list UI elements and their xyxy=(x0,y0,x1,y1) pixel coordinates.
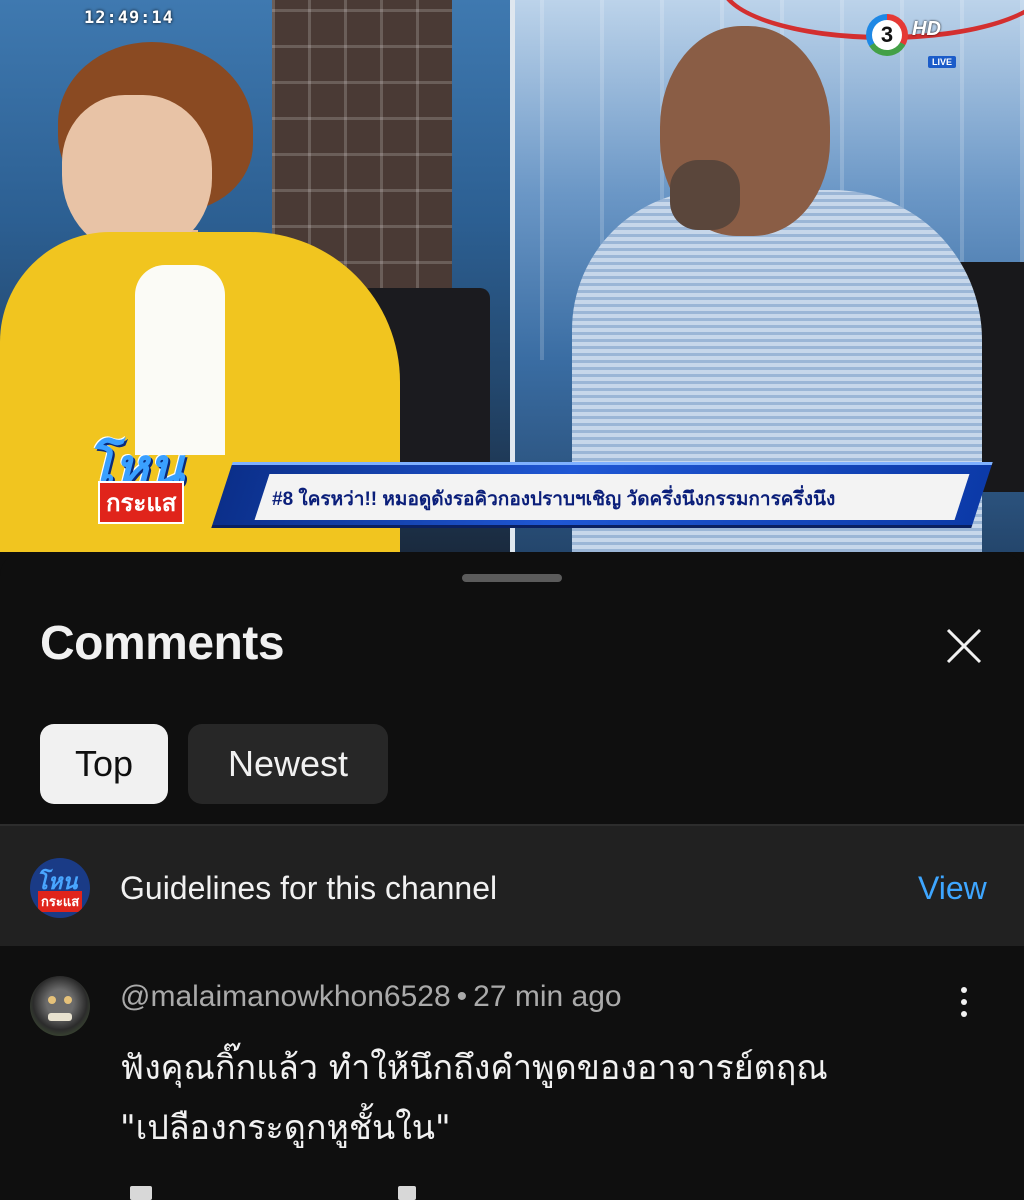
comment-text-line2: "เปลืองกระดูกหูชั้นใน" xyxy=(120,1108,451,1148)
comments-sheet: Comments Top Newest โหน กระแส Guidelines… xyxy=(0,552,1024,1200)
live-badge: LIVE xyxy=(928,56,957,68)
avatar-eye-left xyxy=(48,996,56,1004)
channel-logo-number: 3 xyxy=(872,20,902,50)
show-logo: โหน กระแส xyxy=(80,425,230,524)
sort-chip-top[interactable]: Top xyxy=(40,724,168,804)
guidelines-view-link[interactable]: View xyxy=(918,870,987,907)
hd-badge: HD xyxy=(912,18,941,40)
commenter-avatar[interactable] xyxy=(30,976,90,1036)
avatar-eye-right xyxy=(64,996,72,1004)
guest-beard xyxy=(670,160,740,230)
channel-avatar-line2: กระแส xyxy=(38,891,83,912)
close-button[interactable] xyxy=(936,618,992,674)
guidelines-text: Guidelines for this channel xyxy=(120,870,498,906)
reply-icon[interactable] xyxy=(398,1186,416,1200)
meta-separator: • xyxy=(456,980,468,1013)
avatar-mouth xyxy=(48,1013,72,1021)
lower-third-headline: #8 ใครหว่า!! หมอดูดังรอคิวกองปราบฯเชิญ ว… xyxy=(272,489,836,510)
presenter-face xyxy=(62,95,212,255)
comment-time: 27 min ago xyxy=(473,980,622,1013)
comment-text: ฟังคุณกิ๊กแล้ว ทำให้นึกถึงคำพูดของอาจารย… xyxy=(120,1038,980,1158)
comment-text-line1: ฟังคุณกิ๊กแล้ว ทำให้นึกถึงคำพูดของอาจารย… xyxy=(120,1048,828,1088)
more-vert-icon-dot xyxy=(961,1011,967,1017)
comment-item: @malaimanowkhon6528 • 27 min ago ฟังคุณกิ๊… xyxy=(0,946,1024,1200)
broadcast-timestamp: 12:49:14 xyxy=(84,8,174,28)
comment-more-button[interactable] xyxy=(944,978,984,1026)
comment-meta: @malaimanowkhon6528 • 27 min ago xyxy=(120,980,622,1014)
comment-actions-peek xyxy=(120,1186,500,1200)
more-vert-icon-dot xyxy=(961,999,967,1005)
comment-author[interactable]: @malaimanowkhon6528 xyxy=(120,980,451,1013)
channel-logo: 3 xyxy=(866,14,908,56)
channel-guidelines-row[interactable]: โหน กระแส Guidelines for this channel Vi… xyxy=(0,824,1024,946)
sheet-title: Comments xyxy=(40,617,285,670)
close-icon xyxy=(946,628,982,664)
like-icon[interactable] xyxy=(130,1186,152,1200)
sort-chip-newest[interactable]: Newest xyxy=(188,724,388,804)
show-logo-line2: กระแส xyxy=(98,481,185,524)
channel-avatar: โหน กระแส xyxy=(30,858,90,918)
drag-handle[interactable] xyxy=(462,574,562,582)
video-player[interactable]: 12:49:14 3 HD LIVE #8 ใครหว่า!! หมอดูดัง… xyxy=(0,0,1024,552)
more-vert-icon xyxy=(961,987,967,993)
